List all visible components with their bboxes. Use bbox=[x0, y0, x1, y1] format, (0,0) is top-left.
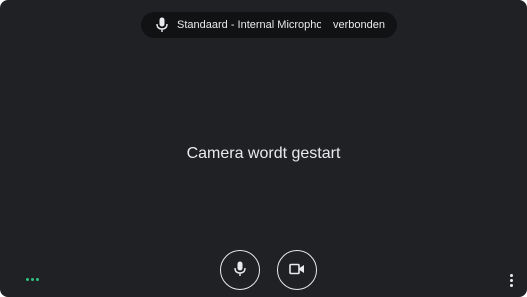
toggle-camera-button[interactable] bbox=[277, 250, 317, 290]
toggle-microphone-button[interactable] bbox=[220, 250, 260, 290]
audio-level-dots-icon bbox=[26, 278, 39, 281]
microphone-icon bbox=[234, 261, 246, 280]
microphone-status-pill[interactable]: Standaard - Internal Micropho... verbond… bbox=[141, 12, 397, 38]
microphone-connection-status: verbonden bbox=[333, 19, 385, 31]
video-preview: Standaard - Internal Micropho... verbond… bbox=[0, 0, 527, 297]
camera-status-message: Camera wordt gestart bbox=[186, 145, 341, 162]
microphone-icon bbox=[155, 17, 169, 33]
more-vertical-icon[interactable] bbox=[505, 271, 517, 289]
microphone-device-name: Standaard - Internal Micropho... bbox=[177, 19, 321, 31]
video-camera-icon bbox=[289, 263, 305, 278]
